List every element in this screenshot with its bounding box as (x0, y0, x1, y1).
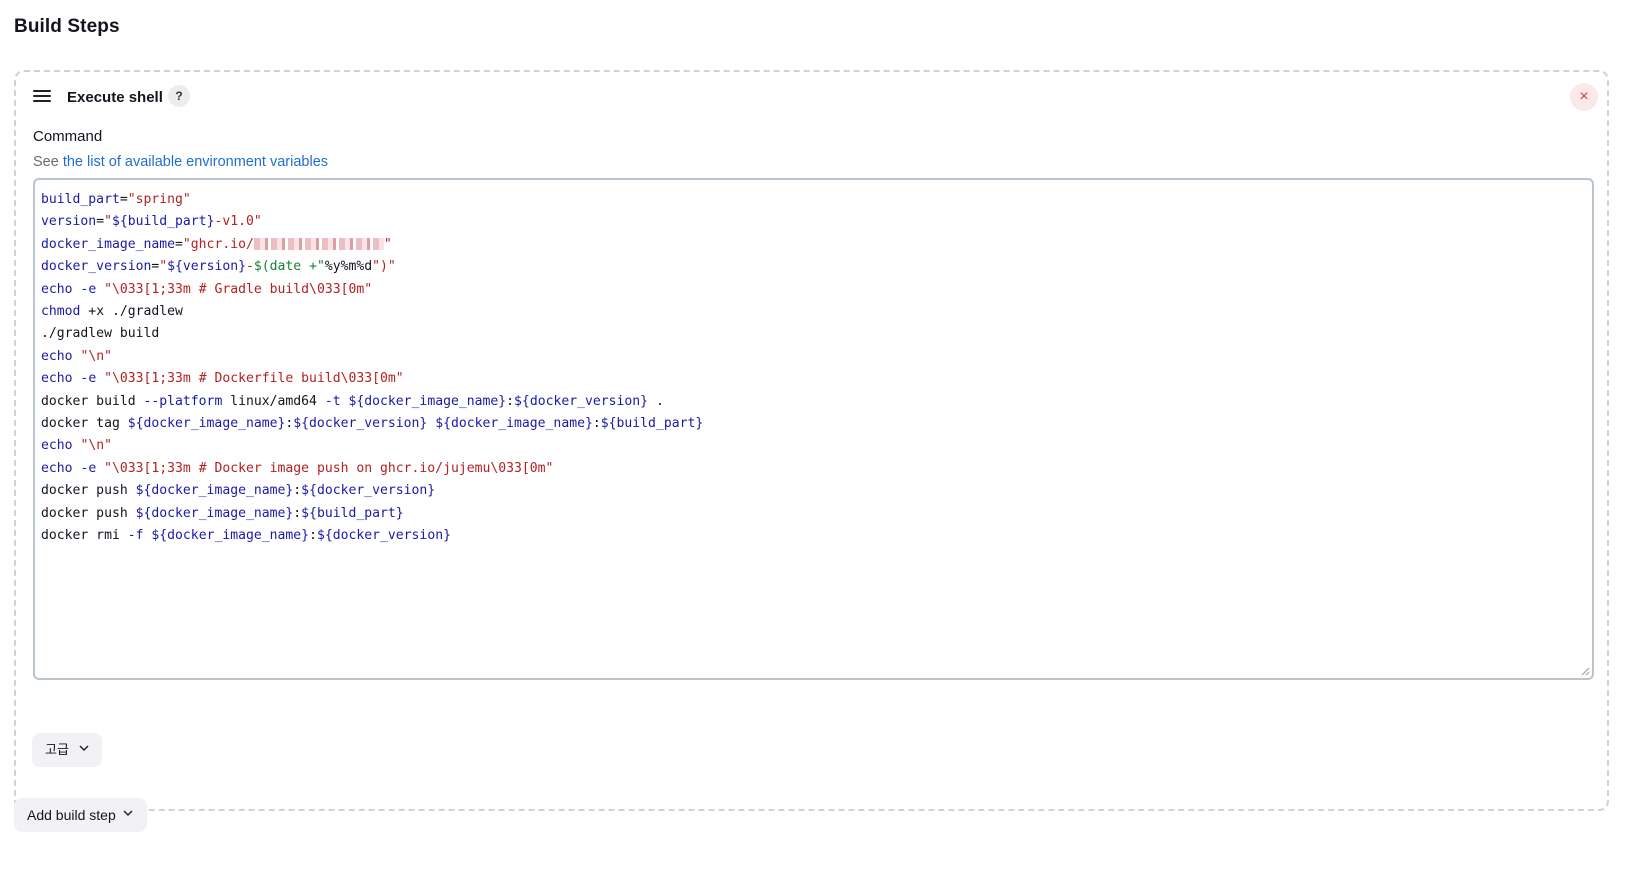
code-line: echo "\n" (41, 438, 112, 454)
redacted-text (253, 238, 384, 251)
code-line: docker_version="${version}-$(date +"%y%m… (41, 259, 396, 275)
drag-handle-icon[interactable] (33, 90, 51, 104)
step-title: Execute shell (67, 89, 163, 106)
code-line: docker push ${docker_image_name}:${build… (41, 505, 404, 521)
code-line: version="${build_part}-v1.0" (41, 214, 262, 230)
code-line: docker push ${docker_image_name}:${docke… (41, 483, 436, 499)
advanced-label: 고급 (45, 742, 69, 757)
delete-step-button[interactable]: × (1570, 83, 1598, 111)
code-line: docker_image_name="ghcr.io/" (41, 236, 392, 252)
env-variables-link[interactable]: the list of available environment variab… (63, 154, 328, 170)
chevron-down-icon (123, 810, 133, 817)
code-line: ./gradlew build (41, 326, 160, 342)
command-description: See the list of available environment va… (33, 154, 328, 170)
resize-grip-icon[interactable] (1581, 667, 1590, 676)
add-build-step-label: Add build step (27, 807, 116, 823)
execute-shell-step: Execute shell ? × Command See the list o… (14, 70, 1609, 811)
code-line: echo "\n" (41, 348, 112, 364)
chevron-down-icon (79, 745, 89, 752)
code-line: docker tag ${docker_image_name}:${docker… (41, 416, 704, 432)
code-line: echo -e "\033[1;33m # Dockerfile build\0… (41, 371, 404, 387)
add-build-step-button[interactable]: Add build step (14, 798, 147, 832)
code-line: echo -e "\033[1;33m # Docker image push … (41, 460, 554, 476)
code-line: chmod +x ./gradlew (41, 304, 183, 320)
command-textarea[interactable]: build_part="spring" version="${build_part… (33, 178, 1594, 680)
code-line: docker build --platform linux/amd64 -t $… (41, 393, 664, 409)
code-line: docker rmi -f ${docker_image_name}:${doc… (41, 528, 451, 544)
section-title: Build Steps (14, 16, 120, 37)
code-line: build_part="spring" (41, 192, 191, 207)
description-prefix: See (33, 154, 63, 170)
command-label: Command (33, 128, 103, 145)
code-line: echo -e "\033[1;33m # Gradle build\033[0… (41, 281, 373, 297)
help-button[interactable]: ? (168, 85, 190, 107)
advanced-button[interactable]: 고급 (32, 733, 102, 767)
